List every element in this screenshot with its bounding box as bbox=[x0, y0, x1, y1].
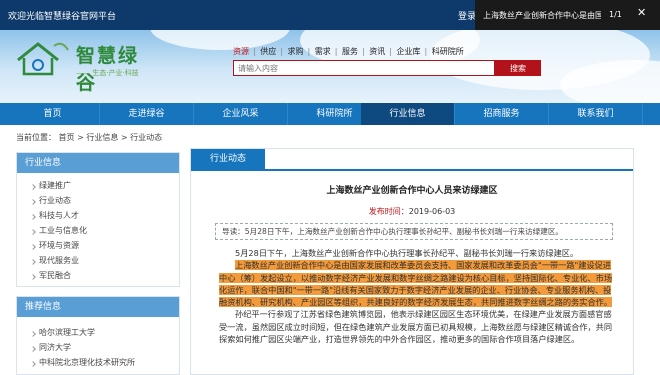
header-link-demand[interactable]: 需求 bbox=[315, 47, 331, 56]
header-link-service[interactable]: 服务 bbox=[342, 47, 358, 56]
header-banner: 智慧绿谷 —— 生态·产业·科技 —— 资源 | 供应 | 求购 | 需求 | 服务 | … bbox=[0, 30, 660, 103]
header-link-resources[interactable]: 资源 bbox=[233, 47, 249, 56]
sidebar-heading: 行业信息 bbox=[17, 153, 179, 173]
nav-contact[interactable]: 联系我们 bbox=[549, 103, 643, 125]
sidebar-recommended: 推荐信息 哈尔滨理工大学 同济大学 中科院北京理化技术研究所 bbox=[16, 296, 180, 375]
search-input[interactable] bbox=[233, 60, 495, 76]
breadcrumb: 当前位置： 首页 > 行业信息 > 行业动态 bbox=[16, 133, 163, 142]
sidebar-item-tech-talent[interactable]: 科技与人才 bbox=[31, 208, 179, 223]
sidebar-item-industry-news[interactable]: 行业动态 bbox=[31, 193, 179, 208]
article-summary: 导读：5月28日下午，上海数丝产业创新合作中心执行理事长孙纪平、副秘书长刘瑞一行… bbox=[215, 223, 613, 240]
header-link-news[interactable]: 资讯 bbox=[369, 47, 385, 56]
sidebar-item-tongji-univ[interactable]: 同济大学 bbox=[31, 340, 179, 355]
close-icon[interactable]: ✕ bbox=[637, 6, 646, 19]
article-panel: 行业动态 上海数丝产业创新合作中心人员来访绿建区 发布时间：2019-06-03… bbox=[190, 148, 634, 375]
login-link[interactable]: 登录 bbox=[458, 9, 476, 22]
header-link-supply[interactable]: 供应 bbox=[260, 47, 276, 56]
viewer-title: 上海数丝产业创新合作中心是由国 bbox=[483, 11, 601, 20]
header-link-institutes[interactable]: 科研院所 bbox=[432, 47, 464, 56]
sidebar-heading: 推荐信息 bbox=[17, 297, 179, 317]
sidebar-item-modern-service[interactable]: 现代服务业 bbox=[31, 253, 179, 268]
date-label: 发布时间： bbox=[368, 207, 409, 216]
sidebar-item-environment[interactable]: 环境与资源 bbox=[31, 238, 179, 253]
tab-industry-news[interactable]: 行业动态 bbox=[191, 149, 265, 169]
nav-investment[interactable]: 招商服务 bbox=[455, 103, 549, 125]
article-body: 5月28日下午，上海数丝产业创新合作中心执行理事长孙纪平、副秘书长刘瑞一行来访绿… bbox=[219, 247, 613, 345]
highlighted-text[interactable]: 上海数丝产业创新合作中心是由国家发展和改革委员会支持、国家发展和改革委员会"一带… bbox=[219, 260, 613, 308]
article-date: 发布时间：2019-06-03 bbox=[191, 206, 633, 217]
nav-about[interactable]: 走进绿谷 bbox=[100, 103, 194, 125]
sidebar-item-harbin-univ[interactable]: 哈尔滨理工大学 bbox=[31, 325, 179, 340]
logo-subtitle: —— 生态·产业·科技 —— bbox=[76, 69, 139, 86]
welcome-text: 欢迎光临智慧绿谷官网平台 bbox=[8, 12, 117, 22]
tab-underline bbox=[191, 169, 633, 171]
nav-home[interactable]: 首页 bbox=[6, 103, 100, 125]
nav-industry-info[interactable]: 行业信息 bbox=[361, 103, 455, 125]
date-value: 2019-06-03 bbox=[408, 207, 456, 216]
search-button[interactable]: 搜索 bbox=[495, 60, 541, 76]
sidebar-industry-info: 行业信息 绿建推广 行业动态 科技与人才 工业与信息化 环境与资源 现代服务业 … bbox=[16, 152, 180, 287]
paragraph: 孙纪平一行参观了江苏省绿色建筑博览园，他表示绿建区园区生态环境优美，在绿建产业发… bbox=[219, 309, 613, 345]
header-category-links: 资源 | 供应 | 求购 | 需求 | 服务 | 资讯 | 企业库 | 科研院所 bbox=[233, 47, 464, 56]
sidebar-item-industry-it[interactable]: 工业与信息化 bbox=[31, 223, 179, 238]
page-counter: 1/1 bbox=[609, 10, 622, 19]
pdf-viewer-bar: 上海数丝产业创新合作中心是由国 1/1 ✕ bbox=[475, 0, 660, 30]
nav-enterprises[interactable]: 企业风采 bbox=[194, 103, 288, 125]
header-link-companies[interactable]: 企业库 bbox=[397, 47, 421, 56]
main-nav: 首页 走进绿谷 企业风采 科研院所 行业信息 招商服务 联系我们 bbox=[0, 103, 660, 125]
sidebar-item-cas-institute[interactable]: 中科院北京理化技术研究所 bbox=[31, 355, 179, 370]
sidebar-item-civil-military[interactable]: 军民融合 bbox=[31, 268, 179, 283]
header-link-purchase[interactable]: 求购 bbox=[288, 47, 304, 56]
paragraph: 5月28日下午，上海数丝产业创新合作中心执行理事长孙纪平、副秘书长刘瑞一行来访绿… bbox=[235, 248, 579, 258]
logo-house-icon bbox=[17, 42, 69, 76]
sidebar-item-green-building[interactable]: 绿建推广 bbox=[31, 178, 179, 193]
article-title: 上海数丝产业创新合作中心人员来访绿建区 bbox=[326, 186, 498, 196]
site-logo[interactable]: 智慧绿谷 —— 生态·产业·科技 —— bbox=[14, 38, 144, 94]
